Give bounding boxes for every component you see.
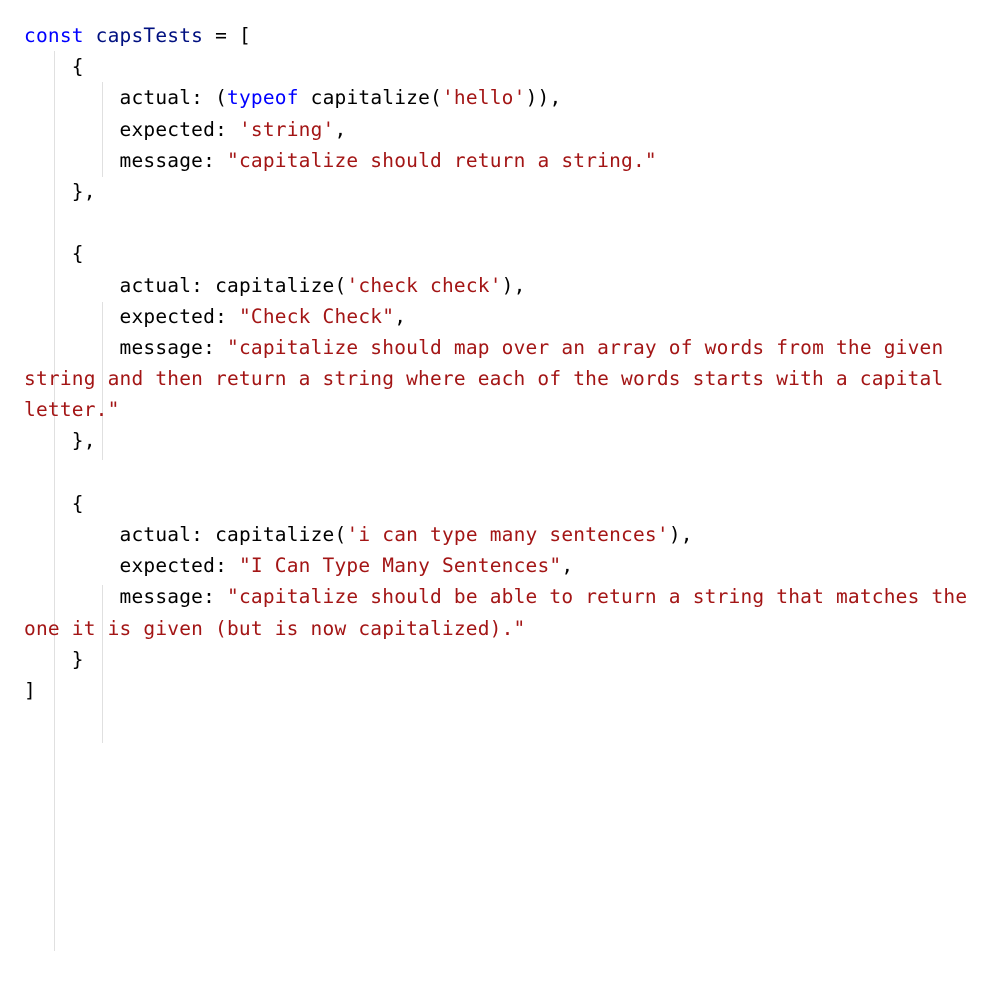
fn-capitalize: capitalize: [215, 274, 334, 297]
string-literal: 'string': [239, 118, 335, 141]
string-literal: 'hello': [442, 86, 526, 109]
keyword-const: const: [24, 24, 84, 47]
key-actual: actual: [120, 523, 192, 546]
key-actual: actual: [120, 274, 192, 297]
key-expected: expected: [120, 118, 216, 141]
string-literal: 'i can type many sentences': [346, 523, 668, 546]
string-literal: "Check Check": [239, 305, 394, 328]
code-pre: const capsTests = [ { actual: (typeof ca…: [24, 20, 984, 706]
fn-capitalize: capitalize: [311, 86, 430, 109]
key-message: message: [120, 336, 204, 359]
code-block: const capsTests = [ { actual: (typeof ca…: [24, 20, 984, 706]
key-message: message: [120, 149, 204, 172]
key-message: message: [120, 585, 204, 608]
key-actual: actual: [120, 86, 192, 109]
key-expected: expected: [120, 554, 216, 577]
keyword-typeof: typeof: [227, 86, 299, 109]
string-literal: "I Can Type Many Sentences": [239, 554, 561, 577]
string-literal: 'check check': [346, 274, 501, 297]
identifier-capstests: capsTests: [96, 24, 203, 47]
key-expected: expected: [120, 305, 216, 328]
string-literal: "capitalize should return a string.": [227, 149, 657, 172]
fn-capitalize: capitalize: [215, 523, 334, 546]
